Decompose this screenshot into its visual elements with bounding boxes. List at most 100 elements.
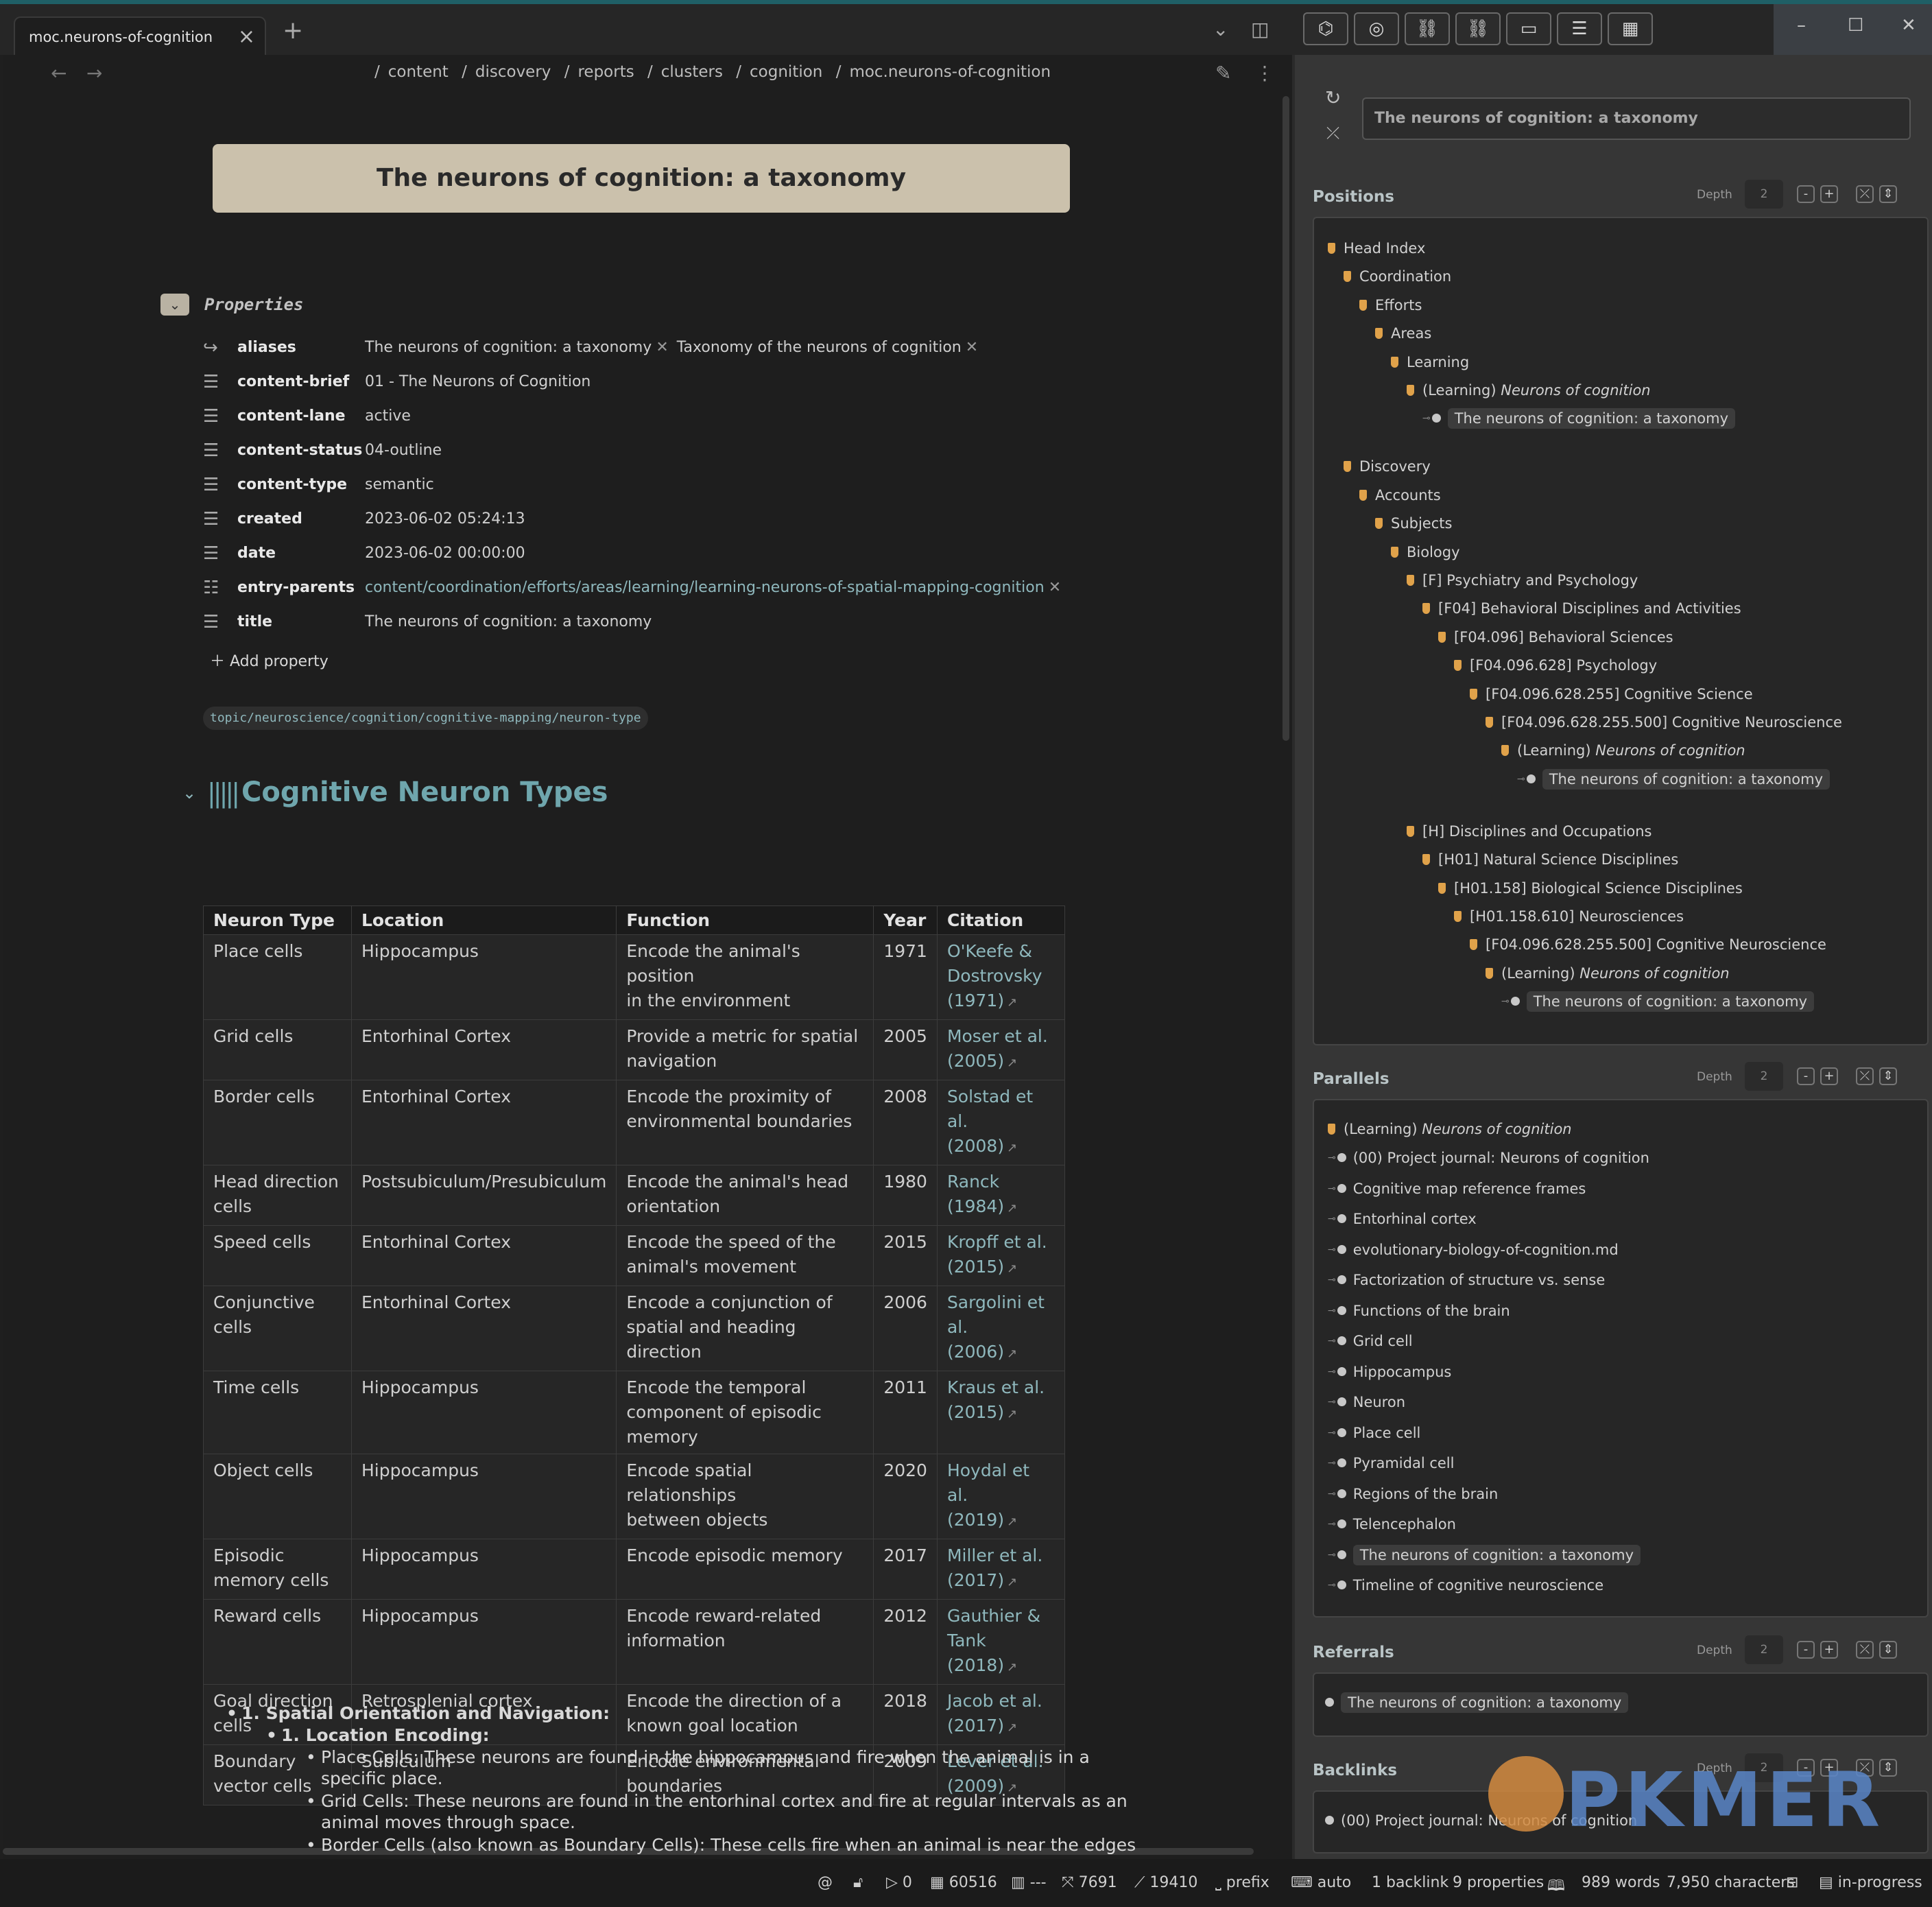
property-date[interactable]: ☰ date 2023-06-02 00:00:00 bbox=[203, 542, 1095, 569]
cell-citation-link[interactable]: Sargolini et al. (2006) ↗ bbox=[936, 1286, 1065, 1371]
back-arrow-icon[interactable]: ← bbox=[51, 62, 67, 84]
position-node[interactable]: Head Index bbox=[1328, 240, 1425, 257]
depth-decrease-icon[interactable]: - bbox=[1797, 185, 1815, 203]
remove-parent-icon[interactable]: ✕ bbox=[1049, 579, 1061, 596]
property-value[interactable]: 2023-06-02 00:00:00 bbox=[365, 545, 525, 562]
position-node[interactable]: [F04] Behavioral Disciplines and Activit… bbox=[1422, 600, 1741, 617]
new-tab-icon[interactable]: + bbox=[283, 16, 303, 45]
depth-input[interactable]: 2 bbox=[1745, 1635, 1783, 1664]
cell-citation-link[interactable]: Miller et al. (2017) ↗ bbox=[936, 1539, 1065, 1600]
status-prefix[interactable]: ⎵ prefix bbox=[1215, 1874, 1269, 1891]
external-link-icon[interactable]: ↗ bbox=[1007, 1141, 1017, 1155]
status-properties[interactable]: 9 properties bbox=[1453, 1874, 1544, 1891]
crumb-cognition[interactable]: cognition bbox=[750, 63, 822, 81]
status-state[interactable]: ▤ in-progress bbox=[1819, 1874, 1922, 1891]
remove-alias-icon[interactable]: ✕ bbox=[966, 339, 978, 356]
parallel-item[interactable]: ⊸ The neurons of cognition: a taxonomy bbox=[1328, 1544, 1641, 1565]
link-icon[interactable]: ⛓ bbox=[1405, 12, 1450, 45]
crumb-clusters[interactable]: clusters bbox=[661, 63, 723, 81]
position-node[interactable]: ⊸ The neurons of cognition: a taxonomy bbox=[1517, 768, 1830, 790]
tab-list-chevron-icon[interactable]: ⌄ bbox=[1213, 18, 1228, 40]
forward-arrow-icon[interactable]: → bbox=[86, 62, 102, 84]
position-node[interactable]: [F04.096.628.255] Cognitive Science bbox=[1470, 686, 1753, 702]
parallel-item[interactable]: ⊸ evolutionary-biology-of-cognition.md bbox=[1328, 1242, 1619, 1258]
position-node[interactable]: (Learning) Neurons of cognition bbox=[1486, 965, 1730, 982]
parallel-item[interactable]: ⊸ Regions of the brain bbox=[1328, 1486, 1498, 1502]
collapse-all-icon[interactable]: ⤫ bbox=[1856, 1067, 1874, 1085]
external-link-icon[interactable]: ↗ bbox=[1007, 1056, 1017, 1070]
depth-input[interactable]: 2 bbox=[1745, 180, 1783, 209]
parallel-item[interactable]: ⊸ Hippocampus bbox=[1328, 1364, 1451, 1380]
external-link-icon[interactable]: ↗ bbox=[1007, 1262, 1017, 1276]
unpin-icon[interactable]: ⤫ bbox=[1326, 123, 1339, 143]
parallel-root-node[interactable]: (Learning) Neurons of cognition bbox=[1328, 1121, 1572, 1137]
position-node[interactable]: [H01.158.610] Neurosciences bbox=[1454, 908, 1684, 925]
property-value[interactable]: 2023-06-02 05:24:13 bbox=[365, 510, 525, 528]
alias-pill[interactable]: Taxonomy of the neurons of cognition bbox=[677, 339, 962, 356]
lock-icon[interactable]: 🔓︎ bbox=[853, 1874, 863, 1891]
cell-citation-link[interactable]: Kropff et al. (2015) ↗ bbox=[936, 1225, 1065, 1286]
property-value-aliases[interactable]: The neurons of cognition: a taxonomy ✕ Tax… bbox=[365, 339, 986, 356]
expand-all-icon[interactable]: ⇕ bbox=[1879, 1067, 1897, 1085]
status-backlinks[interactable]: 1 backlink bbox=[1372, 1874, 1448, 1891]
parallel-item[interactable]: ⊸ (00) Project journal: Neurons of cognit… bbox=[1328, 1150, 1649, 1166]
parallel-item[interactable]: ⊸ Grid cell bbox=[1328, 1333, 1413, 1349]
referral-item[interactable]: The neurons of cognition: a taxonomy bbox=[1325, 1692, 1629, 1713]
parallel-item[interactable]: ⊸ Telencephalon bbox=[1328, 1516, 1456, 1532]
property-title[interactable]: ☰ title The neurons of cognition: a taxo… bbox=[203, 611, 1095, 638]
property-entry-parents[interactable]: ☷ entry-parents content/coordination/eff… bbox=[203, 576, 1095, 604]
property-content-brief[interactable]: ☰ content-brief 01 - The Neurons of Cogn… bbox=[203, 370, 1095, 398]
position-node[interactable]: Accounts bbox=[1359, 487, 1441, 504]
property-value[interactable]: semantic bbox=[365, 476, 434, 493]
property-value[interactable]: The neurons of cognition: a taxonomy bbox=[365, 613, 652, 630]
property-value[interactable]: 04-outline bbox=[365, 442, 442, 459]
mention-icon[interactable]: @ bbox=[818, 1874, 833, 1891]
crumb-reports[interactable]: reports bbox=[577, 63, 634, 81]
book-icon[interactable]: 🕮 bbox=[1547, 1874, 1565, 1900]
crumb-note[interactable]: moc.neurons-of-cognition bbox=[849, 63, 1051, 81]
remove-alias-icon[interactable]: ✕ bbox=[656, 339, 668, 356]
position-node[interactable]: Discovery bbox=[1344, 458, 1431, 475]
parallel-item[interactable]: ⊸ Cognitive map reference frames bbox=[1328, 1181, 1586, 1197]
external-link-icon[interactable]: ↗ bbox=[1007, 1660, 1017, 1674]
position-node[interactable]: Efforts bbox=[1359, 297, 1422, 313]
parallel-item[interactable]: ⊸ Factorization of structure vs. sense bbox=[1328, 1272, 1605, 1288]
position-node[interactable]: [H01] Natural Science Disciplines bbox=[1422, 851, 1678, 868]
cell-citation-link[interactable]: Gauthier & Tank (2018) ↗ bbox=[936, 1599, 1065, 1685]
cell-citation-link[interactable]: Kraus et al. (2015) ↗ bbox=[936, 1371, 1065, 1454]
more-options-icon[interactable]: ⋮ bbox=[1255, 62, 1274, 84]
collapse-all-icon[interactable]: ⤫ bbox=[1856, 1641, 1874, 1659]
topic-tag[interactable]: topic/neuroscience/cognition/cognitive-m… bbox=[203, 707, 648, 730]
maximize-icon[interactable]: ☐ bbox=[1848, 15, 1863, 36]
property-created[interactable]: ☰ created 2023-06-02 05:24:13 bbox=[203, 508, 1095, 535]
vertical-scrollbar[interactable] bbox=[1283, 96, 1289, 741]
crumb-content[interactable]: content bbox=[388, 63, 449, 81]
depth-increase-icon[interactable]: + bbox=[1820, 1641, 1838, 1659]
position-node[interactable]: Coordination bbox=[1344, 268, 1451, 285]
position-node[interactable]: [F04.096.628.255.500] Cognitive Neurosci… bbox=[1486, 714, 1842, 731]
cell-citation-link[interactable]: Ranck (1984) ↗ bbox=[936, 1165, 1065, 1226]
depth-input[interactable]: 2 bbox=[1745, 1062, 1783, 1091]
expand-all-icon[interactable]: ⇕ bbox=[1879, 1641, 1897, 1659]
cell-citation-link[interactable]: O'Keefe & Dostrovsky (1971) ↗ bbox=[936, 934, 1065, 1020]
property-content-status[interactable]: ☰ content-status 04-outline bbox=[203, 439, 1095, 466]
alias-pill[interactable]: The neurons of cognition: a taxonomy bbox=[365, 339, 652, 356]
position-node[interactable]: Areas bbox=[1375, 325, 1431, 342]
outline-list-icon[interactable]: ☰ bbox=[1557, 12, 1602, 45]
depth-increase-icon[interactable]: + bbox=[1820, 1067, 1838, 1085]
external-link-icon[interactable]: ↗ bbox=[1007, 1201, 1017, 1216]
position-node[interactable]: (Learning) Neurons of cognition bbox=[1407, 382, 1651, 399]
property-aliases[interactable]: ↪ aliases The neurons of cognition: a ta… bbox=[203, 336, 1095, 364]
cell-citation-link[interactable]: Jacob et al. (2017) ↗ bbox=[936, 1684, 1065, 1745]
crumb-discovery[interactable]: discovery bbox=[475, 63, 551, 81]
entry-parent-link[interactable]: content/coordination/efforts/areas/learn… bbox=[365, 579, 1045, 596]
position-node[interactable]: [F] Psychiatry and Psychology bbox=[1407, 572, 1638, 589]
status-count-a[interactable]: ▷ 0 bbox=[886, 1874, 912, 1891]
external-link-icon[interactable]: ↗ bbox=[1007, 1720, 1017, 1735]
parallel-item[interactable]: ⊸ Neuron bbox=[1328, 1394, 1405, 1410]
property-value[interactable]: active bbox=[365, 407, 411, 425]
external-link-icon[interactable]: ↗ bbox=[1007, 1515, 1017, 1529]
toggle-sidebar-icon[interactable]: ◫ bbox=[1251, 18, 1269, 40]
position-node[interactable]: ⊸ The neurons of cognition: a taxonomy bbox=[1501, 991, 1815, 1012]
position-node[interactable]: (Learning) Neurons of cognition bbox=[1501, 742, 1745, 759]
